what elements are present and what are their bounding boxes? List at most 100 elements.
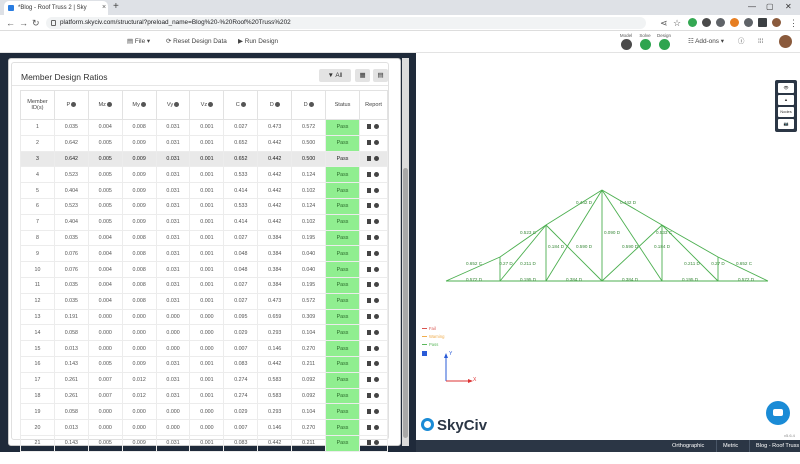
new-tab-button[interactable]: + bbox=[113, 0, 119, 14]
truss-member[interactable] bbox=[545, 189, 603, 226]
projection-toggle[interactable]: Orthographic bbox=[672, 440, 704, 452]
share-icon[interactable]: ⋖ bbox=[660, 16, 668, 30]
report-view-icon[interactable] bbox=[374, 377, 380, 383]
chat-support-button[interactable] bbox=[766, 401, 790, 425]
back-icon[interactable]: ← bbox=[6, 16, 15, 30]
url-field[interactable]: platform.skyciv.com/structural?preload_n… bbox=[46, 17, 646, 29]
metamask-icon[interactable] bbox=[730, 18, 739, 27]
table-row[interactable]: 7 0.404 0.005 0.009 0.031 0.001 0.414 0.442 0.10… bbox=[20, 213, 389, 231]
table-row[interactable]: 2 0.642 0.005 0.009 0.031 0.001 0.652 0.442 0.50… bbox=[20, 134, 389, 152]
mode-solve-button[interactable]: Solve bbox=[637, 33, 653, 50]
report-view-icon[interactable] bbox=[374, 408, 380, 414]
camera-icon[interactable]: 📷 bbox=[778, 119, 794, 129]
report-doc-icon[interactable] bbox=[367, 187, 372, 193]
visibility-eye-icon[interactable]: 👁 bbox=[778, 83, 794, 93]
report-doc-icon[interactable] bbox=[367, 361, 372, 367]
col-my[interactable]: My bbox=[121, 90, 157, 120]
report-doc-icon[interactable] bbox=[367, 298, 372, 304]
col-vz[interactable]: Vz bbox=[189, 90, 225, 120]
truss-member[interactable] bbox=[545, 189, 603, 282]
report-doc-icon[interactable] bbox=[367, 440, 372, 446]
truss-model[interactable]: 0.442 D 0.442 D 0.523 C 0.533 C 0.184 D 0.590… bbox=[416, 53, 800, 452]
report-view-icon[interactable] bbox=[374, 424, 380, 430]
table-row[interactable]: 16 0.143 0.005 0.009 0.031 0.001 0.083 0.442 0.2… bbox=[20, 355, 389, 373]
table-row[interactable]: 9 0.076 0.004 0.008 0.031 0.001 0.048 0.384 0.04… bbox=[20, 245, 389, 263]
user-avatar[interactable] bbox=[779, 35, 792, 48]
run-design-button[interactable]: ▶ Run Design bbox=[238, 36, 278, 48]
report-doc-icon[interactable] bbox=[367, 314, 372, 320]
extension-icon[interactable] bbox=[716, 18, 725, 27]
help-icon[interactable]: ⓘ bbox=[738, 36, 744, 48]
truss-member[interactable] bbox=[601, 189, 663, 226]
report-view-icon[interactable] bbox=[374, 156, 380, 162]
report-view-icon[interactable] bbox=[374, 250, 380, 256]
report-view-icon[interactable] bbox=[374, 361, 380, 367]
forward-icon[interactable]: → bbox=[19, 16, 28, 30]
col-d2[interactable]: D bbox=[291, 90, 327, 120]
report-view-icon[interactable] bbox=[374, 345, 380, 351]
info-icon[interactable] bbox=[106, 102, 112, 108]
filter-all-button[interactable]: ▼ All bbox=[319, 69, 351, 82]
info-icon[interactable] bbox=[140, 102, 146, 108]
report-view-icon[interactable] bbox=[374, 235, 380, 241]
table-view-icon[interactable]: ▦ bbox=[355, 69, 370, 82]
info-icon[interactable] bbox=[240, 102, 246, 108]
browser-tab[interactable]: *Blog - Roof Truss 2 | Sky × bbox=[4, 1, 108, 15]
report-doc-icon[interactable] bbox=[367, 345, 372, 351]
report-view-icon[interactable] bbox=[374, 298, 380, 304]
report-doc-icon[interactable] bbox=[367, 203, 372, 209]
panel-scrollbar-thumb[interactable] bbox=[403, 168, 408, 438]
col-d1[interactable]: D bbox=[257, 90, 293, 120]
report-doc-icon[interactable] bbox=[367, 393, 372, 399]
units-toggle[interactable]: Metric bbox=[723, 440, 738, 452]
table-row[interactable]: 3 0.642 0.005 0.009 0.031 0.001 0.652 0.442 0.50… bbox=[20, 150, 389, 168]
table-row[interactable]: 13 0.191 0.000 0.000 0.000 0.000 0.095 0.659 0.3… bbox=[20, 308, 389, 326]
table-row[interactable]: 18 0.261 0.007 0.012 0.031 0.001 0.274 0.583 0.0… bbox=[20, 387, 389, 405]
report-view-icon[interactable] bbox=[374, 171, 380, 177]
extension-icon[interactable] bbox=[688, 18, 697, 27]
report-view-icon[interactable] bbox=[374, 140, 380, 146]
maximize-icon[interactable]: ▢ bbox=[766, 0, 774, 14]
report-view-icon[interactable] bbox=[374, 329, 380, 335]
col-mz[interactable]: Mz bbox=[87, 90, 123, 120]
table-row[interactable]: 5 0.404 0.005 0.009 0.031 0.001 0.414 0.442 0.10… bbox=[20, 182, 389, 199]
lock-view-icon[interactable] bbox=[422, 351, 427, 356]
tab-close-icon[interactable]: × bbox=[102, 1, 106, 15]
col-c[interactable]: C bbox=[223, 90, 259, 120]
truss-member[interactable] bbox=[545, 224, 603, 282]
table-row[interactable]: 19 0.058 0.000 0.000 0.000 0.000 0.029 0.293 0.1… bbox=[20, 403, 389, 421]
report-doc-icon[interactable] bbox=[367, 124, 372, 130]
report-doc-icon[interactable] bbox=[367, 140, 372, 146]
report-view-icon[interactable] bbox=[374, 282, 380, 288]
reset-design-data-button[interactable]: ⟳ Reset Design Data bbox=[166, 36, 227, 48]
table-row[interactable]: 17 0.261 0.007 0.012 0.031 0.001 0.274 0.583 0.0… bbox=[20, 371, 389, 389]
table-row[interactable]: 11 0.035 0.004 0.008 0.031 0.001 0.027 0.384 0.1… bbox=[20, 276, 389, 294]
table-row[interactable]: 20 0.013 0.000 0.000 0.000 0.000 0.007 0.146 0.2… bbox=[20, 419, 389, 436]
info-icon[interactable] bbox=[308, 102, 314, 108]
col-p[interactable]: P bbox=[53, 90, 89, 120]
report-view-icon[interactable] bbox=[374, 203, 380, 209]
mode-model-button[interactable]: Model bbox=[618, 33, 634, 50]
addons-menu-button[interactable]: ☷ Add-ons ▾ bbox=[688, 36, 724, 48]
bookmark-star-icon[interactable]: ☆ bbox=[673, 16, 681, 30]
table-row[interactable]: 14 0.058 0.000 0.000 0.000 0.000 0.029 0.293 0.1… bbox=[20, 324, 389, 342]
table-row[interactable]: 21 0.143 0.005 0.009 0.031 0.001 0.083 0.442 0.2… bbox=[20, 434, 389, 452]
report-doc-icon[interactable] bbox=[367, 329, 372, 335]
file-menu-button[interactable]: ▤ File ▾ bbox=[127, 36, 150, 48]
table-row[interactable]: 10 0.076 0.004 0.008 0.031 0.001 0.048 0.384 0.0… bbox=[20, 261, 389, 278]
nodes-toggle-button[interactable]: Nodes bbox=[778, 107, 794, 117]
mode-design-button[interactable]: Design bbox=[656, 33, 672, 50]
sidepanel-icon[interactable] bbox=[758, 18, 767, 27]
view-3d-icon[interactable]: ▲ bbox=[778, 95, 794, 105]
info-icon[interactable] bbox=[208, 102, 214, 108]
info-icon[interactable] bbox=[274, 102, 280, 108]
puzzle-icon[interactable] bbox=[744, 18, 753, 27]
report-doc-icon[interactable] bbox=[367, 377, 372, 383]
reload-icon[interactable]: ↻ bbox=[32, 16, 40, 30]
report-doc-icon[interactable] bbox=[367, 408, 372, 414]
report-doc-icon[interactable] bbox=[367, 235, 372, 241]
browser-menu-icon[interactable]: ⋮ bbox=[789, 16, 798, 30]
report-view-icon[interactable] bbox=[374, 393, 380, 399]
minimize-icon[interactable]: — bbox=[748, 0, 756, 14]
report-view-icon[interactable] bbox=[374, 440, 380, 446]
